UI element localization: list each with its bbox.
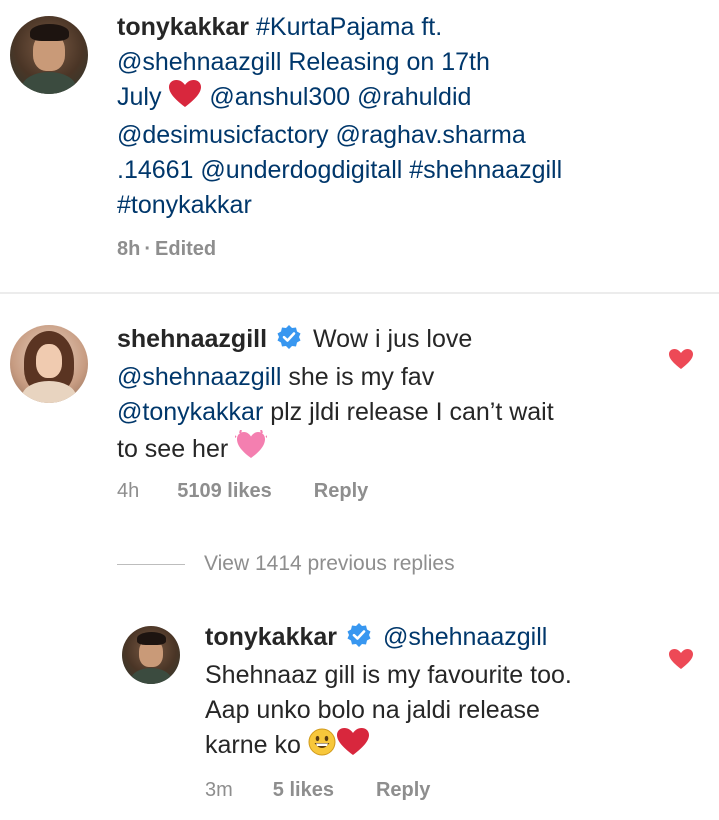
caption-time: 8h [117, 238, 141, 260]
view-previous-replies-button[interactable]: View 1414 previous replies [204, 552, 455, 576]
caption-line-3-start: July [117, 83, 162, 111]
reply-time: 3m [205, 779, 233, 801]
comment-likes[interactable]: 5109 likes [177, 480, 272, 503]
caption-edited: Edited [155, 238, 217, 260]
reply-line-3: Aap unko bolo na jaldi release [205, 696, 540, 724]
avatar-shehnaazgill[interactable] [10, 325, 88, 403]
comment-line-2: she is my fav [281, 363, 435, 391]
heart-icon [336, 728, 370, 766]
comment-time: 4h [117, 480, 140, 502]
comment-line-3: plz jldi release I can’t wait [263, 398, 554, 426]
caption-hashtag-line[interactable]: #KurtaPajama ft. [256, 13, 442, 41]
reply-likes[interactable]: 5 likes [273, 779, 334, 802]
reply-like-heart-icon[interactable] [668, 648, 694, 675]
caption-line-4[interactable]: @desimusicfactory @raghav.sharma [117, 118, 562, 153]
caption-username[interactable]: tonykakkar [117, 13, 249, 41]
avatar-tonykakkar-caption[interactable] [10, 16, 88, 94]
caption-meta: 8h · Edited [117, 238, 216, 261]
grinning-face-icon [308, 728, 336, 766]
comment-text: shehnaazgill Wow i jus love @shehnaazgil… [117, 322, 554, 470]
reply-meta: 3m 5 likes Reply [205, 779, 430, 802]
comment-line-1: Wow i jus love [312, 325, 473, 353]
caption-divider [0, 292, 719, 294]
reply-line-2: Shehnaaz gill is my favourite too. [205, 661, 572, 689]
verified-badge-icon [346, 622, 372, 658]
reply-username[interactable]: tonykakkar [205, 623, 337, 651]
sparkling-heart-icon [233, 429, 269, 470]
reply-text: tonykakkar @shehnaazgill Shehnaaz gill i… [205, 620, 572, 766]
comment-mention-shehnaazgill[interactable]: @shehnaazgill [117, 363, 281, 391]
comment-line-4: to see her [117, 435, 229, 463]
comment-mention-tonykakkar[interactable]: @tonykakkar [117, 398, 263, 426]
view-replies-line [117, 564, 185, 565]
comment-username[interactable]: shehnaazgill [117, 325, 267, 353]
reply-line-4: karne ko [205, 731, 301, 759]
caption-mentions-1[interactable]: @anshul300 @rahuldid [209, 83, 471, 111]
caption-line-5[interactable]: .14661 @underdogdigitall #shehnaazgill [117, 153, 562, 188]
comment-meta: 4h 5109 likes Reply [117, 480, 368, 503]
reply-reply-button[interactable]: Reply [376, 779, 430, 802]
caption-line-6[interactable]: #tonykakkar [117, 188, 562, 223]
avatar-tonykakkar-reply[interactable] [122, 626, 180, 684]
verified-badge-icon [276, 324, 302, 360]
caption-separator: · [144, 238, 152, 260]
comment-reply-button[interactable]: Reply [314, 480, 368, 503]
reply-mention[interactable]: @shehnaazgill [383, 623, 547, 651]
caption-line-2[interactable]: @shehnaazgill Releasing on 17th [117, 45, 562, 80]
heart-icon [168, 80, 202, 118]
comment-like-heart-icon[interactable] [668, 348, 694, 375]
caption-text: tonykakkar #KurtaPajama ft. @shehnaazgil… [117, 10, 562, 223]
